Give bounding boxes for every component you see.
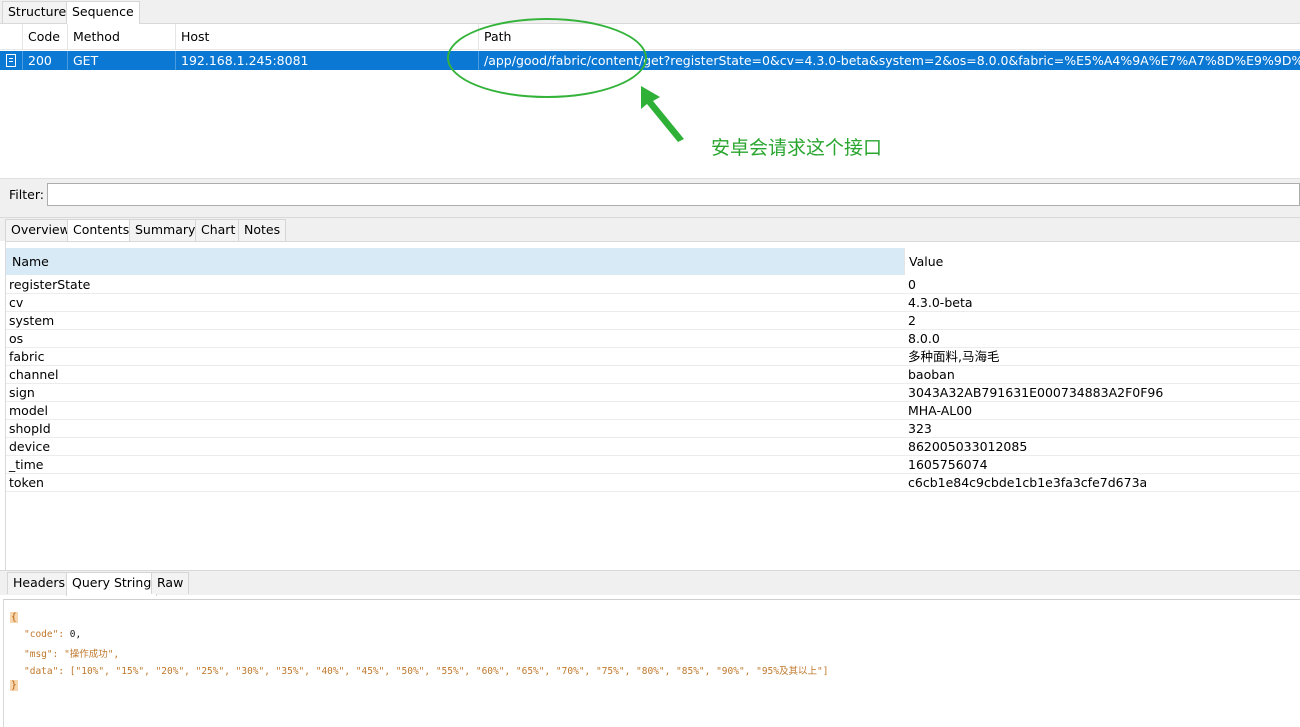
param-value: MHA-AL00: [908, 403, 973, 418]
document-icon: [6, 54, 16, 67]
cell-code: 200: [22, 51, 67, 70]
param-name: _time: [9, 457, 44, 472]
tab-notes[interactable]: Notes: [238, 219, 287, 241]
json-key-msg: "msg":: [24, 649, 59, 660]
filter-input[interactable]: [47, 183, 1300, 206]
tab-contents[interactable]: Contents: [67, 219, 136, 243]
table-row-selected[interactable]: 200 GET 192.168.1.245:8081 /app/good/fab…: [0, 51, 1300, 70]
param-name: device: [9, 439, 51, 454]
table-row[interactable]: os 8.0.0: [6, 330, 1300, 348]
cell-method: GET: [67, 51, 175, 70]
param-name: token: [9, 475, 44, 490]
column-value[interactable]: Value: [904, 248, 1300, 275]
json-key-data: "data":: [24, 666, 65, 677]
param-value: 2: [908, 313, 916, 328]
param-name: cv: [9, 295, 24, 310]
json-key-code: "code":: [24, 629, 65, 640]
param-value: 4.3.0-beta: [908, 295, 973, 310]
cell-host: 192.168.1.245:8081: [175, 51, 478, 70]
param-value: baoban: [908, 367, 955, 382]
contents-table: Name Value registerState 0 cv 4.3.0-beta s…: [5, 241, 1300, 570]
close-brace: }: [10, 680, 18, 691]
tab-query-string[interactable]: Query String: [66, 572, 158, 596]
contents-rows: registerState 0 cv 4.3.0-beta system 2 os 8.…: [6, 276, 1300, 492]
param-value: 0: [908, 277, 916, 292]
tab-raw[interactable]: Raw: [151, 572, 190, 594]
tab-summary[interactable]: Summary: [129, 219, 202, 241]
column-host[interactable]: Host: [175, 24, 478, 50]
param-value: 323: [908, 421, 932, 436]
sequence-header: Code Method Host Path: [0, 24, 1300, 50]
table-row[interactable]: registerState 0: [6, 276, 1300, 294]
annotation-arrow-icon: [641, 86, 684, 142]
table-row[interactable]: channel baoban: [6, 366, 1300, 384]
table-row[interactable]: shopId 323: [6, 420, 1300, 438]
param-value: 3043A32AB791631E000734883A2F0F96: [908, 385, 1164, 400]
open-brace: {: [10, 612, 18, 623]
annotation-text: 安卓会请求这个接口: [711, 137, 883, 159]
table-row[interactable]: cv 4.3.0-beta: [6, 294, 1300, 312]
tab-structure[interactable]: Structure: [2, 1, 73, 23]
json-value-code: 0,: [69, 629, 82, 640]
json-value-msg: "操作成功",: [64, 649, 120, 660]
param-value: 862005033012085: [908, 439, 1028, 454]
table-row[interactable]: _time 1605756074: [6, 456, 1300, 474]
column-method[interactable]: Method: [67, 24, 175, 50]
table-row[interactable]: device 862005033012085: [6, 438, 1300, 456]
contents-header: Name Value: [6, 248, 1300, 275]
param-name: system: [9, 313, 55, 328]
charles-proxy-window: Structure Sequence Code Method Host Path…: [0, 0, 1300, 727]
response-body: { "code": 0, "msg": "操作成功", "data": ["10…: [3, 599, 1300, 727]
request-tabs: Headers Query String Raw: [0, 570, 1300, 596]
param-name: registerState: [9, 277, 91, 292]
tab-overview[interactable]: Overview: [5, 219, 76, 241]
table-row[interactable]: system 2: [6, 312, 1300, 330]
view-tabs: Structure Sequence: [0, 0, 1300, 25]
param-name: os: [9, 331, 24, 346]
annotation-ellipse: [447, 18, 647, 98]
table-row[interactable]: sign 3043A32AB791631E000734883A2F0F96: [6, 384, 1300, 402]
tab-chart[interactable]: Chart: [195, 219, 242, 241]
splitter[interactable]: [0, 210, 1300, 218]
filter-label: Filter:: [9, 187, 44, 202]
column-name[interactable]: Name: [6, 248, 904, 275]
param-name: model: [9, 403, 48, 418]
param-name: shopId: [9, 421, 51, 436]
param-value: 1605756074: [908, 457, 988, 472]
json-value-data: ["10%", "15%", "20%", "25%", "30%", "35%…: [69, 666, 829, 677]
param-name: fabric: [9, 349, 45, 364]
column-code[interactable]: Code: [22, 24, 67, 50]
param-name: channel: [9, 367, 59, 382]
table-row[interactable]: fabric 多种面料,马海毛: [6, 348, 1300, 366]
filter-bar: Filter:: [0, 178, 1300, 210]
detail-tabs: Overview Contents Summary Chart Notes: [0, 218, 1300, 243]
param-value: 多种面料,马海毛: [908, 349, 1000, 364]
table-row[interactable]: token c6cb1e84c9cbde1cb1e3fa3cfe7d673a: [6, 474, 1300, 492]
tab-headers[interactable]: Headers: [7, 572, 72, 594]
table-row[interactable]: model MHA-AL00: [6, 402, 1300, 420]
param-value: c6cb1e84c9cbde1cb1e3fa3cfe7d673a: [908, 475, 1148, 490]
tab-sequence[interactable]: Sequence: [66, 1, 140, 25]
param-value: 8.0.0: [908, 331, 940, 346]
column-icon[interactable]: [0, 24, 22, 50]
param-name: sign: [9, 385, 35, 400]
